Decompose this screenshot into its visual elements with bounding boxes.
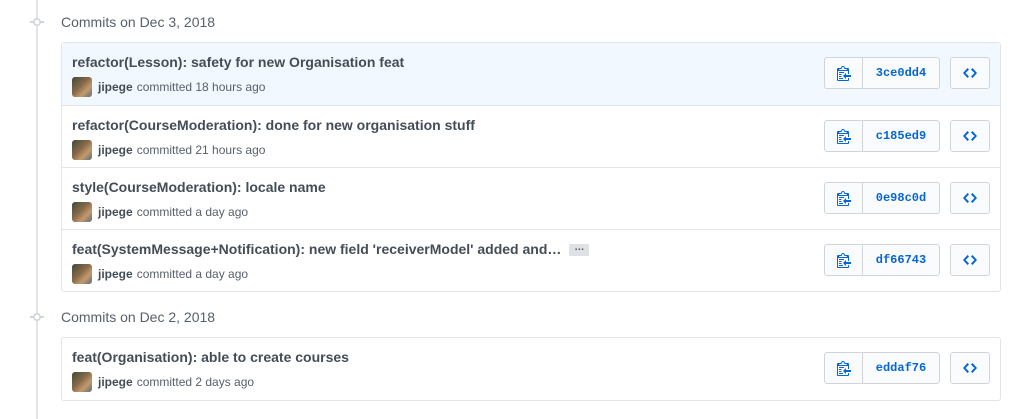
code-icon	[963, 360, 977, 376]
clipboard-icon	[836, 128, 851, 144]
copy-sha-button[interactable]	[824, 352, 863, 384]
commit-author-link[interactable]: jipege	[98, 205, 133, 219]
sha-button-group: c185ed9	[824, 120, 940, 152]
browse-repo-button[interactable]	[950, 57, 990, 89]
commit-time: committed 18 hours ago	[136, 80, 266, 94]
avatar[interactable]	[72, 202, 92, 222]
browse-repo-button[interactable]	[950, 352, 990, 384]
commit-meta: jipege committed 21 hours ago	[72, 140, 265, 160]
avatar[interactable]	[72, 77, 92, 97]
commit-row: style(CourseModeration): locale name jip…	[62, 167, 1000, 229]
commit-sha-link[interactable]: 3ce0dd4	[863, 57, 940, 89]
copy-sha-button[interactable]	[824, 182, 863, 214]
code-icon	[963, 128, 977, 144]
commit-meta: jipege committed 18 hours ago	[72, 77, 265, 97]
browse-repo-button[interactable]	[950, 182, 990, 214]
commit-time: committed 2 days ago	[136, 375, 255, 389]
commit-title-wrapper: feat(SystemMessage+Notification): new fi…	[72, 241, 590, 257]
commit-meta: jipege committed 2 days ago	[72, 372, 254, 392]
git-commit-icon	[30, 15, 44, 29]
commit-sha-link[interactable]: 0e98c0d	[863, 182, 940, 214]
commit-title-link[interactable]: feat(SystemMessage+Notification): new fi…	[72, 241, 561, 257]
commit-title-link[interactable]: feat(Organisation): able to create cours…	[72, 349, 349, 365]
clipboard-icon	[836, 65, 851, 81]
commit-group-title: Commits on Dec 2, 2018	[61, 309, 216, 325]
browse-repo-button[interactable]	[950, 120, 990, 152]
commit-group-dec-3: Commits on Dec 3, 2018 refactor(Lesson):…	[0, 8, 1020, 292]
expand-message-button[interactable]: …	[569, 243, 590, 257]
commit-meta: jipege committed a day ago	[72, 202, 248, 222]
clipboard-icon	[836, 190, 851, 206]
sha-button-group: df66743	[824, 244, 940, 276]
commit-list: refactor(Lesson): safety for new Organis…	[61, 42, 1001, 292]
browse-repo-button[interactable]	[950, 244, 990, 276]
clipboard-icon	[836, 360, 851, 376]
sha-button-group: eddaf76	[824, 352, 940, 384]
commit-row: refactor(CourseModeration): done for new…	[62, 105, 1000, 167]
commit-group-title: Commits on Dec 3, 2018	[61, 14, 216, 30]
code-icon	[963, 190, 977, 206]
commit-list: feat(Organisation): able to create cours…	[61, 337, 1001, 401]
commit-row: refactor(Lesson): safety for new Organis…	[62, 43, 1000, 105]
commit-author-link[interactable]: jipege	[98, 80, 133, 94]
commit-row: feat(Organisation): able to create cours…	[62, 338, 1000, 400]
commit-author-link[interactable]: jipege	[98, 375, 133, 389]
commit-time: committed a day ago	[136, 205, 249, 219]
copy-sha-button[interactable]	[824, 57, 863, 89]
timeline-line	[36, 0, 38, 419]
code-icon	[963, 65, 977, 81]
commit-title-link[interactable]: style(CourseModeration): locale name	[72, 179, 326, 195]
clipboard-icon	[836, 252, 851, 268]
git-commit-icon	[30, 310, 44, 324]
commit-group-header: Commits on Dec 2, 2018	[0, 303, 1020, 331]
commit-sha-link[interactable]: eddaf76	[863, 352, 940, 384]
commit-title-link[interactable]: refactor(CourseModeration): done for new…	[72, 117, 475, 133]
commit-author-link[interactable]: jipege	[98, 143, 133, 157]
copy-sha-button[interactable]	[824, 244, 863, 276]
commit-sha-link[interactable]: df66743	[863, 244, 940, 276]
commit-row: feat(SystemMessage+Notification): new fi…	[62, 229, 1000, 291]
commit-sha-link[interactable]: c185ed9	[863, 120, 940, 152]
commit-meta: jipege committed a day ago	[72, 264, 248, 284]
commit-time: committed a day ago	[136, 267, 249, 281]
avatar[interactable]	[72, 264, 92, 284]
avatar[interactable]	[72, 372, 92, 392]
code-icon	[963, 252, 977, 268]
commit-group-header: Commits on Dec 3, 2018	[0, 8, 1020, 36]
commit-group-dec-2: Commits on Dec 2, 2018 feat(Organisation…	[0, 303, 1020, 401]
commit-title-link[interactable]: refactor(Lesson): safety for new Organis…	[72, 54, 404, 70]
commit-author-link[interactable]: jipege	[98, 267, 133, 281]
copy-sha-button[interactable]	[824, 120, 863, 152]
sha-button-group: 3ce0dd4	[824, 57, 940, 89]
avatar[interactable]	[72, 140, 92, 160]
sha-button-group: 0e98c0d	[824, 182, 940, 214]
commit-time: committed 21 hours ago	[136, 143, 266, 157]
